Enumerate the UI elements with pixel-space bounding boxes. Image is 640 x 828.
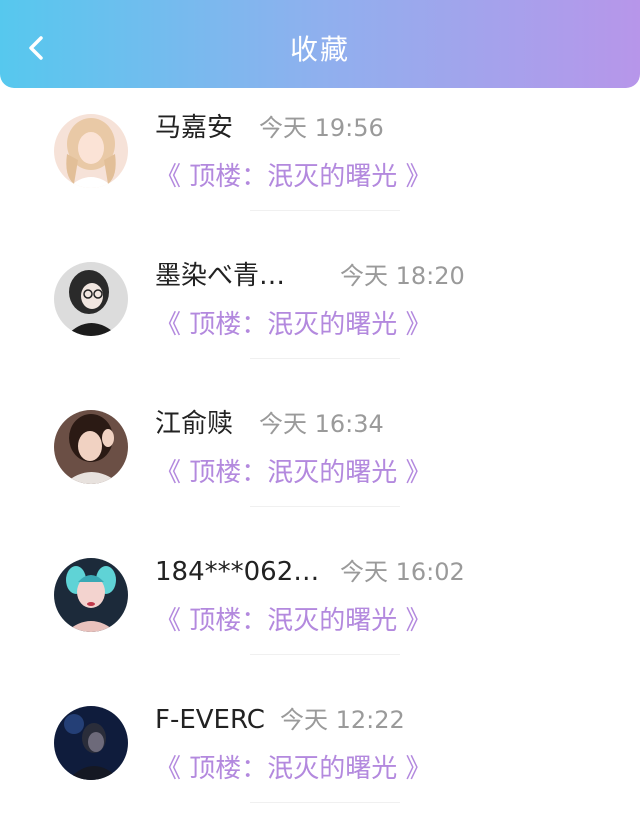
- divider: [250, 358, 400, 359]
- timestamp: 今天 18:20: [340, 262, 465, 290]
- user-name: 184***062…: [155, 557, 320, 587]
- divider: [250, 654, 400, 655]
- list-item[interactable]: 墨染べ青… 今天 18:20 《 顶楼：泯灭的曙光 》: [0, 236, 640, 384]
- timestamp: 今天 16:34: [259, 410, 384, 438]
- list-item[interactable]: F-EVERC 今天 12:22 《 顶楼：泯灭的曙光 》: [0, 680, 640, 828]
- avatar[interactable]: [54, 262, 128, 336]
- timestamp: 今天 16:02: [340, 558, 465, 586]
- work-title-link[interactable]: 《 顶楼：泯灭的曙光 》: [155, 158, 432, 196]
- top-bar: 收藏: [0, 0, 640, 88]
- list-item[interactable]: 江俞赎 今天 16:34 《 顶楼：泯灭的曙光 》: [0, 384, 640, 532]
- divider: [250, 210, 400, 211]
- avatar[interactable]: [54, 558, 128, 632]
- avatar[interactable]: [54, 706, 128, 780]
- list-item[interactable]: 马嘉安 今天 19:56 《 顶楼：泯灭的曙光 》: [0, 88, 640, 236]
- user-name: 江俞赎: [155, 409, 234, 439]
- work-title-link[interactable]: 《 顶楼：泯灭的曙光 》: [155, 306, 432, 344]
- page-title: 收藏: [289, 33, 350, 66]
- avatar[interactable]: [54, 114, 128, 188]
- timestamp: 今天 12:22: [280, 706, 405, 734]
- divider: [250, 506, 400, 507]
- divider: [250, 802, 400, 803]
- user-name: F-EVERC: [155, 705, 265, 735]
- timestamp: 今天 19:56: [259, 114, 384, 142]
- user-name: 马嘉安: [155, 113, 234, 143]
- user-name: 墨染べ青…: [155, 261, 286, 291]
- work-title-link[interactable]: 《 顶楼：泯灭的曙光 》: [155, 454, 432, 492]
- work-title-link[interactable]: 《 顶楼：泯灭的曙光 》: [155, 750, 432, 788]
- list-item[interactable]: 184***062… 今天 16:02 《 顶楼：泯灭的曙光 》: [0, 532, 640, 680]
- work-title-link[interactable]: 《 顶楼：泯灭的曙光 》: [155, 602, 432, 640]
- avatar[interactable]: [54, 410, 128, 484]
